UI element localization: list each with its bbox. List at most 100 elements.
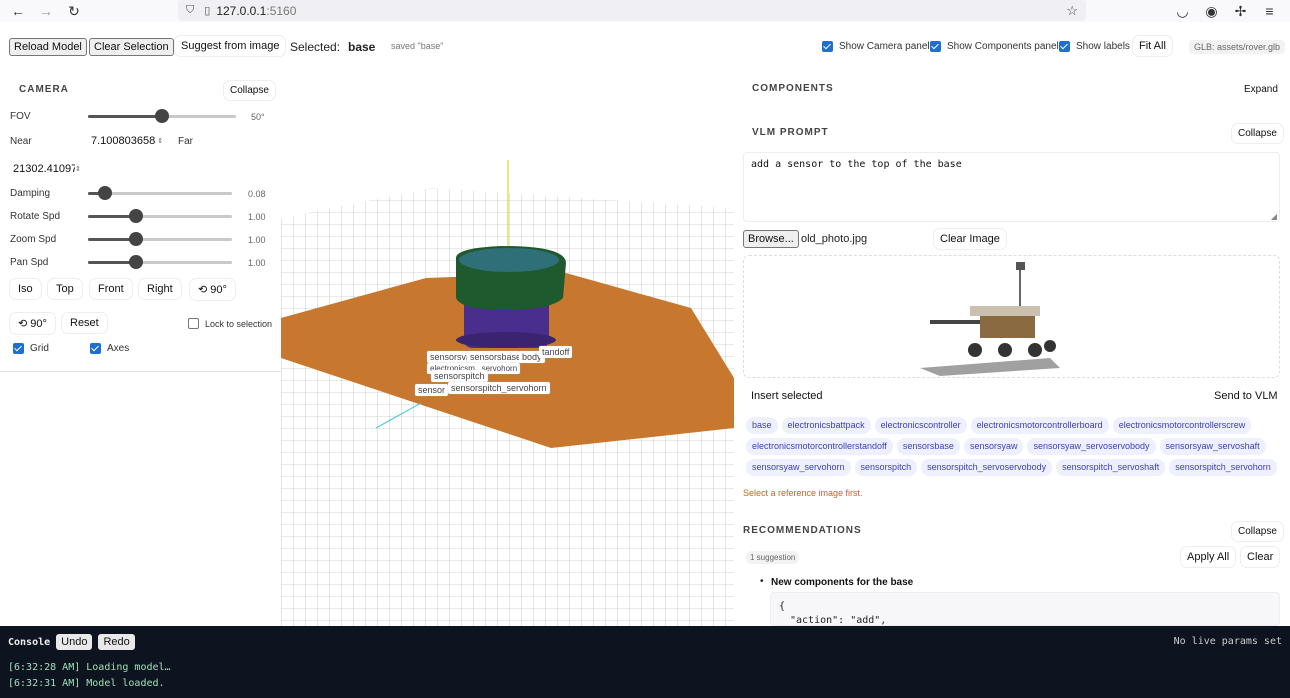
damping-label: Damping <box>10 188 51 199</box>
damping-slider[interactable] <box>88 186 232 200</box>
console-title: Console <box>8 636 51 648</box>
reload-model-button[interactable]: Reload Model <box>9 38 87 56</box>
viewport-label[interactable]: sensor <box>415 384 449 396</box>
grid-checkbox[interactable]: Grid <box>13 343 49 354</box>
live-params-status: No live params set <box>1173 636 1282 647</box>
show-components-checkbox[interactable]: Show Components panel <box>930 41 1059 52</box>
component-chip[interactable]: sensorspitch_servoservobody <box>921 459 1053 476</box>
suggest-from-image-button[interactable]: Suggest from image <box>175 36 286 56</box>
component-chip[interactable]: sensorsyaw_servoshaft <box>1159 438 1266 455</box>
rotate-cw-button[interactable]: ⟲ 90° <box>190 279 235 300</box>
recommendation-bullet: • <box>760 576 764 587</box>
axes-checkbox[interactable]: Axes <box>90 343 129 354</box>
far-input[interactable]: 21302.41097 ⇕ <box>10 160 88 178</box>
send-to-vlm-button[interactable]: Send to VLM <box>1208 386 1284 406</box>
component-chip[interactable]: sensorspitch <box>854 459 918 476</box>
component-chip[interactable]: sensorsbase <box>896 438 960 455</box>
reload-icon[interactable]: ↻ <box>60 0 88 22</box>
checkbox-unchecked-icon <box>188 318 199 329</box>
viewport-label[interactable]: tandoff <box>539 346 573 358</box>
viewport-label[interactable]: sensorspitch <box>431 370 488 382</box>
show-camera-checkbox[interactable]: Show Camera panel <box>822 41 930 52</box>
url-bar[interactable]: ⛉ ▯ 127.0.0.1:5160 ☆ <box>178 0 1086 21</box>
rotate-speed-slider[interactable] <box>88 209 232 223</box>
view-right-button[interactable]: Right <box>139 279 181 299</box>
suggestion-count-badge: 1 suggestion <box>746 551 800 564</box>
component-chip[interactable]: sensorspitch_servohorn <box>1169 459 1277 476</box>
spinner-icon[interactable]: ⇕ <box>75 165 81 173</box>
glb-path-badge: GLB: assets/rover.glb <box>1189 40 1286 54</box>
view-front-button[interactable]: Front <box>90 279 132 299</box>
near-input[interactable]: 7.100803658 ⇕ <box>88 132 166 150</box>
console-log-line: [6:32:28 AM] Loading model… <box>8 662 171 673</box>
camera-title: CAMERA <box>19 84 69 95</box>
fov-value: 50° <box>251 112 265 122</box>
checkbox-checked-icon <box>930 41 941 52</box>
clear-recommendations-button[interactable]: Clear <box>1241 547 1280 567</box>
rotate-ccw-button[interactable]: ⟲ 90° <box>10 313 55 334</box>
component-chip[interactable]: electronicsmotorcontrollerstandoff <box>746 438 893 455</box>
pan-speed-slider[interactable] <box>88 255 232 269</box>
vlm-prompt-title: VLM PROMPT <box>752 127 829 138</box>
extensions-icon[interactable]: ✢ <box>1226 0 1255 22</box>
rover-photo <box>910 258 1115 376</box>
recommendations-collapse-button[interactable]: Collapse <box>1232 522 1283 541</box>
recommendation-item: New components for the base <box>771 577 914 588</box>
zoom-speed-slider[interactable] <box>88 232 232 246</box>
components-panel: COMPONENTS Expand VLM PROMPT Collapse ad… <box>734 68 1290 626</box>
insert-selected-button[interactable]: Insert selected <box>745 386 829 406</box>
component-chip-list: base electronicsbattpack electronicscontro… <box>746 417 1286 480</box>
undo-button[interactable]: Undo <box>56 634 93 650</box>
component-chip[interactable]: sensorspitch_servoshaft <box>1056 459 1166 476</box>
app-toolbar: Reload Model Clear Selection Suggest fro… <box>0 24 1290 68</box>
recommendations-title: RECOMMENDATIONS <box>743 525 862 536</box>
viewport-label[interactable]: sensorsbase <box>467 351 525 363</box>
view-top-button[interactable]: Top <box>48 279 82 299</box>
pocket-icon[interactable]: ◡ <box>1168 0 1197 22</box>
redo-button[interactable]: Redo <box>98 634 135 650</box>
account-icon[interactable]: ◉ <box>1197 0 1226 22</box>
bookmark-star-icon[interactable]: ☆ <box>1066 3 1078 19</box>
reference-image-preview[interactable] <box>743 255 1280 378</box>
component-chip[interactable]: electronicsmotorcontrollerboard <box>970 417 1109 434</box>
vlm-collapse-button[interactable]: Collapse <box>1232 124 1283 143</box>
rotate-label: Rotate Spd <box>10 211 61 222</box>
component-chip[interactable]: electronicsbattpack <box>781 417 871 434</box>
fit-all-button[interactable]: Fit All <box>1133 36 1172 56</box>
pan-value: 1.00 <box>248 258 266 268</box>
zoom-label: Zoom Spd <box>10 234 57 245</box>
forward-icon[interactable]: → <box>32 0 60 22</box>
clear-image-button[interactable]: Clear Image <box>934 229 1006 249</box>
3d-viewport[interactable]: sensorsva sensorsbase body tandoff elect… <box>281 68 734 626</box>
menu-icon[interactable]: ≡ <box>1255 0 1284 22</box>
selected-value: base <box>348 40 376 54</box>
near-label: Near <box>10 136 32 147</box>
apply-all-button[interactable]: Apply All <box>1181 547 1236 567</box>
back-icon[interactable]: ← <box>4 0 32 22</box>
component-chip[interactable]: base <box>746 417 778 434</box>
component-chip[interactable]: electronicscontroller <box>874 417 967 434</box>
fov-slider[interactable] <box>88 109 236 123</box>
lock-selection-checkbox[interactable]: Lock to selection <box>188 318 272 329</box>
components-title: COMPONENTS <box>752 83 834 94</box>
components-expand-button[interactable]: Expand <box>1238 80 1284 99</box>
clear-selection-button[interactable]: Clear Selection <box>89 38 174 56</box>
saved-status: saved "base" <box>391 41 444 51</box>
prompt-textarea[interactable]: add a sensor to the top of the base ◢ <box>743 152 1280 222</box>
view-iso-button[interactable]: Iso <box>10 279 41 299</box>
viewport-label[interactable]: sensorspitch_servohorn <box>448 382 550 394</box>
browser-toolbar: ← → ↻ ⛉ ▯ 127.0.0.1:5160 ☆ ◡ ◉ ✢ ≡ <box>0 0 1290 22</box>
warning-text: Select a reference image first. <box>743 488 863 498</box>
checkbox-checked-icon <box>13 343 24 354</box>
component-chip[interactable]: sensorsyaw <box>963 438 1024 455</box>
browse-button[interactable]: Browse... <box>743 230 799 248</box>
component-chip[interactable]: sensorsyaw_servohorn <box>746 459 851 476</box>
reset-view-button[interactable]: Reset <box>62 313 107 333</box>
resize-handle-icon[interactable]: ◢ <box>1271 212 1277 221</box>
spinner-icon[interactable]: ⇕ <box>157 137 163 145</box>
camera-collapse-button[interactable]: Collapse <box>224 81 275 100</box>
component-chip[interactable]: electronicsmotorcontrollerscrew <box>1112 417 1252 434</box>
show-labels-checkbox[interactable]: Show labels <box>1059 41 1130 52</box>
component-chip[interactable]: sensorsyaw_servoservobody <box>1027 438 1156 455</box>
page-icon: ▯ <box>204 5 211 17</box>
